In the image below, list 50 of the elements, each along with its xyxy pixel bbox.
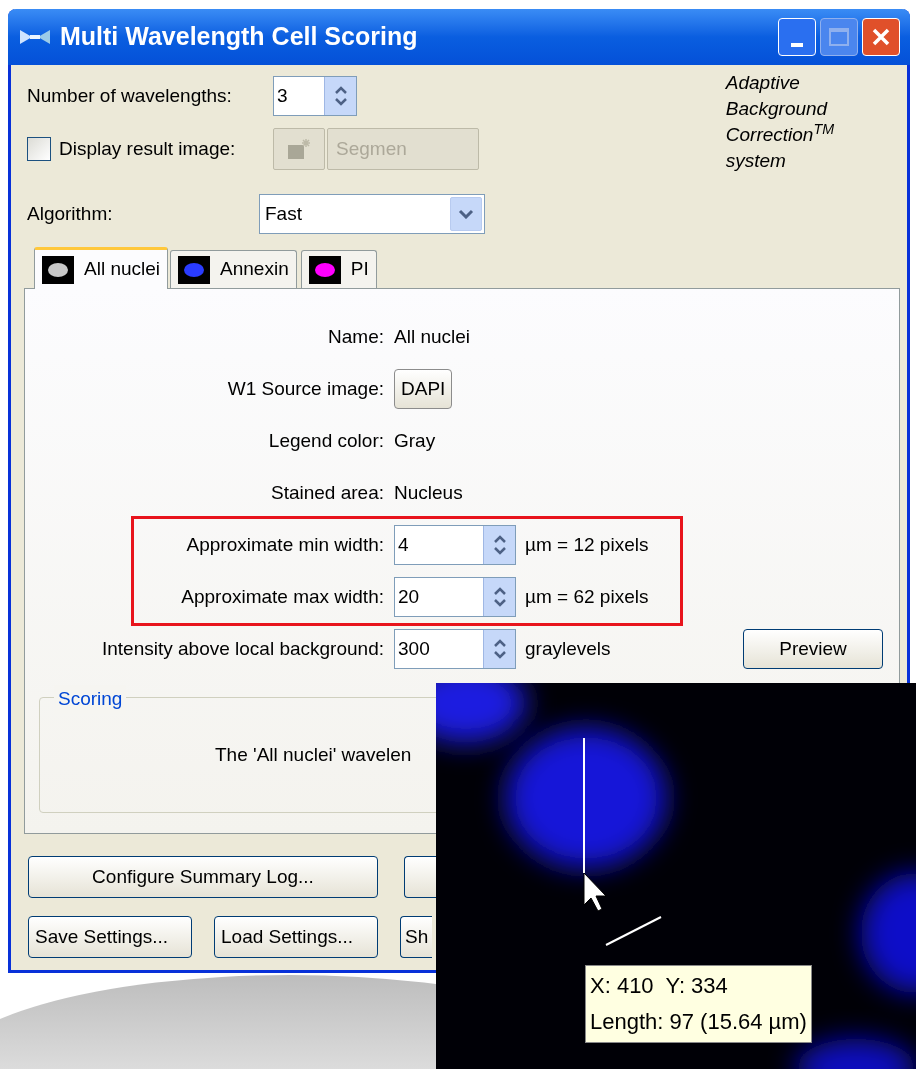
field-label: Number of wavelengths: [27,83,233,108]
scoring-description: The 'All nuclei' wavelen [215,743,412,767]
settings-button[interactable]: Load Settings... [214,916,378,958]
spinner-value: 300 [397,636,431,661]
tab[interactable]: PI [300,250,377,288]
close-button[interactable] [862,18,900,56]
close-icon [871,27,891,47]
unit-label: µm = 62 pixels [525,584,649,609]
minimize-button[interactable] [778,18,816,56]
spin-buttons[interactable] [483,578,515,616]
minimize-icon [791,43,803,47]
settings-button[interactable]: Save Settings... [28,916,192,958]
number-spinner[interactable]: 4 [394,525,516,565]
spinner-value: 4 [397,532,410,557]
tab[interactable]: Annexin [170,250,297,288]
field-label: Algorithm: [27,201,114,226]
window-title: Multi Wavelength Cell Scoring [60,21,418,53]
spinner-value: 20 [397,584,421,609]
number-spinner[interactable]: 20 [394,577,516,617]
number-spinner[interactable]: 300 [394,629,516,669]
preview-button[interactable]: Preview [743,629,883,669]
field-label: Approximate min width: [186,532,384,557]
number-spinner[interactable]: 3 [273,76,357,116]
measurement-tooltip: X: 410 Y: 334 Length: 97 (15.64 µm) [585,965,812,1043]
source-image-button[interactable]: DAPI [394,369,453,409]
field-value: All nuclei [394,324,471,349]
field-label: Intensity above local background: [102,636,384,661]
tab[interactable]: All nuclei [34,247,169,289]
spin-buttons[interactable] [483,526,515,564]
action-button[interactable] [404,856,436,898]
spinner-value: 3 [276,83,289,108]
sparkle-image-icon [286,137,312,161]
spin-buttons[interactable] [483,630,515,668]
field-label: Legend color: [268,428,384,453]
unit-label: µm = 12 pixels [525,532,649,557]
settings-button[interactable]: Sh [400,916,432,958]
field-label: W1 Source image: [227,376,384,401]
chevron-down-icon [458,209,474,219]
field-label: Name: [328,324,384,349]
field-value: Nucleus [394,480,463,505]
field-label: Stained area: [270,480,384,505]
field-value: Gray [394,428,436,453]
unit-label: graylevels [525,636,611,661]
field-label: Approximate max width: [181,584,384,609]
algorithm-dropdown[interactable]: Fast [259,194,485,234]
maximize-icon [829,28,849,46]
branding-text: Adaptive Background Correction$^{TM}$ system [725,71,834,173]
configure-summary-log-button[interactable]: Configure Summary Log... [28,856,378,898]
checkbox-label: Display result image: [59,136,237,161]
spin-buttons[interactable] [324,77,356,115]
